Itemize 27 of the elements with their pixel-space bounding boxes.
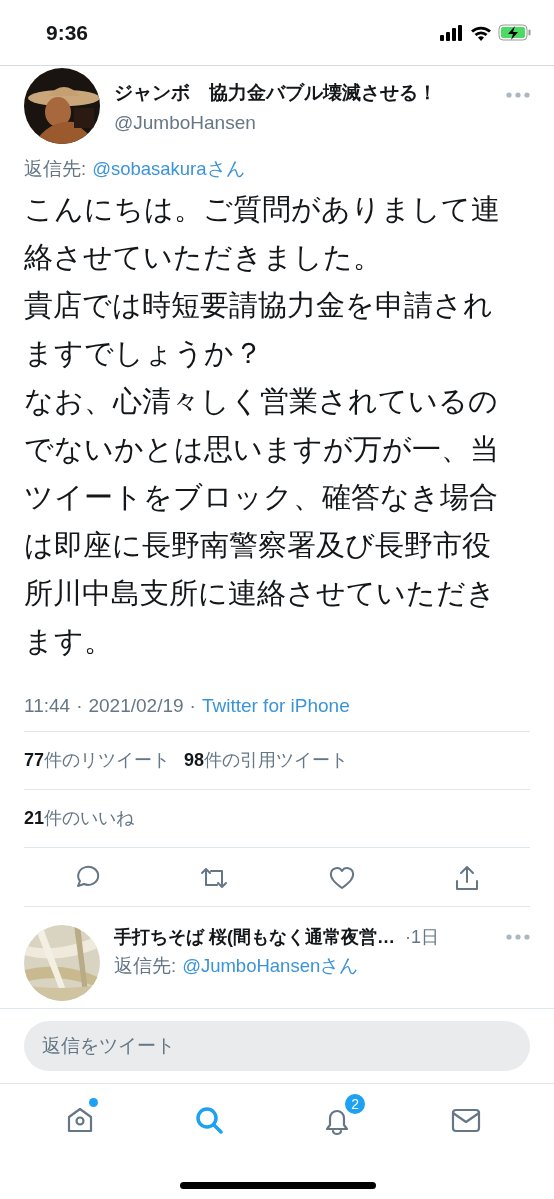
stat-link[interactable]: 98件の引用ツイート (184, 748, 349, 772)
stat-link[interactable]: 21件のいいね (24, 806, 135, 830)
separator: · (189, 695, 196, 717)
reply-field[interactable]: 返信をツイート (24, 1021, 530, 1071)
signal-icon (440, 24, 464, 41)
display-name: ジャンボ 協力金バブル壊滅させる！ (114, 81, 438, 105)
reply-label: 返信先: (24, 157, 87, 181)
battery-charging-icon (498, 24, 532, 41)
wifi-icon (470, 24, 492, 41)
tab-button[interactable]: 2 (315, 1092, 368, 1140)
tweet-text: 貴店では時短要請協力金を申請されますでしょうか？ (24, 288, 494, 371)
display-name: 手打ちそば 桜(間もなく通常夜営… (114, 926, 395, 949)
stat-link[interactable]: 77件のリツイート (24, 748, 171, 772)
tweet-date: 2021/02/19 (88, 695, 184, 717)
separator: · (76, 695, 83, 717)
user-handle: @JumboHansen (114, 112, 257, 134)
mention-link[interactable]: @JumboHansenさん (182, 953, 359, 978)
mention-link[interactable]: @sobasakuraさん (92, 156, 245, 181)
tweet-text: なお、心清々しく営業されているのでないかとは思いますが万が一、当ツイートをブロック、確答なき場合は即座に長野南警察署及び長野市役所川中島支所に連絡させていただきます。 (24, 384, 500, 659)
tweet-text: こんにちは。ご質問がありまして連絡させていただきました。 (24, 192, 501, 275)
clock: 9:36 (46, 20, 89, 45)
tweet-age: ·1日 (405, 926, 440, 949)
reply-label: 返信先: (114, 954, 177, 978)
like-icon[interactable] (327, 864, 356, 892)
notification-badge: 2 (343, 1092, 368, 1116)
source-link[interactable]: Twitter for iPhone (201, 695, 350, 717)
tweet-time: 11:44 (24, 695, 71, 717)
